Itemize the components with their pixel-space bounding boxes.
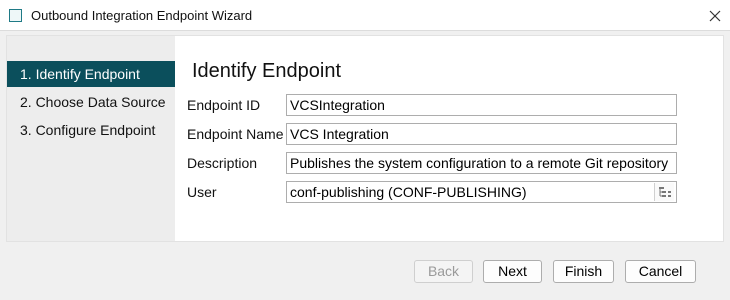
next-button[interactable]: Next [483, 260, 542, 283]
user-value: conf-publishing (CONF-PUBLISHING) [290, 184, 527, 200]
user-field[interactable]: conf-publishing (CONF-PUBLISHING) [286, 181, 677, 203]
wizard-panel: 1. Identify Endpoint 2. Choose Data Sour… [6, 35, 724, 242]
close-icon [709, 10, 721, 21]
step-choose-data-source[interactable]: 2. Choose Data Source [7, 89, 175, 115]
window-icon [9, 9, 22, 22]
endpoint-id-field[interactable]: VCSIntegration [286, 94, 677, 116]
description-field[interactable]: Publishes the system configuration to a … [286, 152, 677, 174]
user-lookup-button[interactable] [654, 183, 674, 201]
dialog-body: 1. Identify Endpoint 2. Choose Data Sour… [0, 31, 730, 300]
window-title: Outbound Integration Endpoint Wizard [31, 8, 253, 23]
endpoint-id-label: Endpoint ID [187, 97, 261, 113]
wizard-steps: 1. Identify Endpoint 2. Choose Data Sour… [7, 36, 175, 241]
back-button[interactable]: Back [414, 260, 473, 283]
endpoint-name-label: Endpoint Name [187, 126, 284, 142]
lookup-icon [658, 187, 671, 197]
cancel-button[interactable]: Cancel [625, 260, 696, 283]
step-configure-endpoint[interactable]: 3. Configure Endpoint [7, 117, 175, 143]
title-bar: Outbound Integration Endpoint Wizard [0, 0, 730, 31]
endpoint-name-field[interactable]: VCS Integration [286, 123, 677, 145]
user-label: User [187, 184, 217, 200]
page-title: Identify Endpoint [192, 60, 341, 82]
step-identify-endpoint[interactable]: 1. Identify Endpoint [7, 61, 175, 87]
description-label: Description [187, 155, 258, 171]
close-button[interactable] [700, 0, 730, 31]
finish-button[interactable]: Finish [553, 260, 614, 283]
